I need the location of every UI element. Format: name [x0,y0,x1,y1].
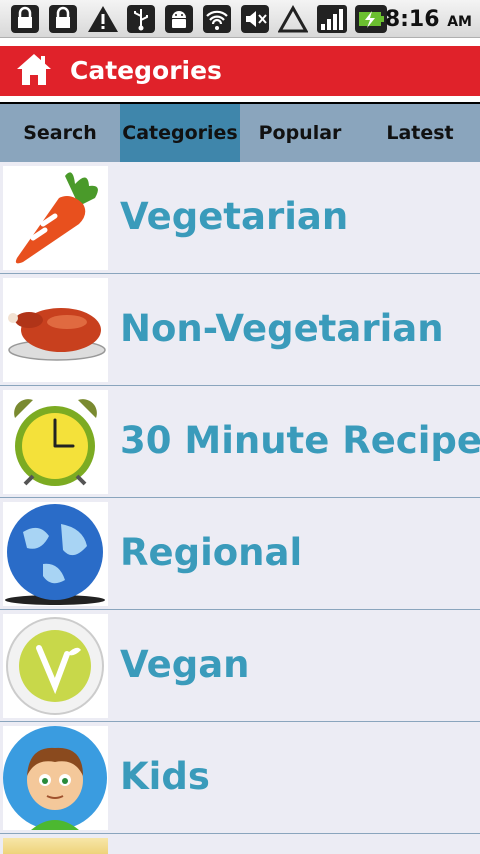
title-bar: Categories [0,38,480,104]
android-icon [165,5,193,33]
category-list: Vegetarian Non-Vegetarian 30 Minute Reci… [0,162,480,854]
tab-bar: Search Categories Popular Latest [0,104,480,162]
signal-icon [317,5,347,33]
kid-face-icon [3,726,108,830]
category-label: Regional [120,531,303,574]
battery-charging-icon [355,5,387,33]
category-label: Kids [120,755,210,798]
warning-icon [88,6,118,32]
home-icon[interactable] [14,50,54,90]
category-label: Vegan [120,643,250,686]
tab-latest[interactable]: Latest [360,104,480,162]
list-item-partial[interactable] [0,834,480,854]
mute-icon [241,5,269,33]
vegan-badge-icon [3,614,108,718]
lock-icon [49,5,77,33]
category-label: 30 Minute Recipes [120,419,480,462]
list-item-30-minute-recipes[interactable]: 30 Minute Recipes [0,386,480,498]
tab-popular[interactable]: Popular [240,104,360,162]
lock-icon [11,5,39,33]
list-item-vegetarian[interactable]: Vegetarian [0,162,480,274]
tab-search[interactable]: Search [0,104,120,162]
list-item-non-vegetarian[interactable]: Non-Vegetarian [0,274,480,386]
list-item-regional[interactable]: Regional [0,498,480,610]
roast-chicken-icon [3,278,108,382]
header: Categories [0,46,480,96]
wifi-icon [203,5,231,33]
globe-icon [3,502,108,606]
alarm-clock-icon [3,390,108,494]
tab-categories[interactable]: Categories [120,104,240,162]
list-item-kids[interactable]: Kids [0,722,480,834]
page-title: Categories [70,56,222,85]
category-label: Non-Vegetarian [120,307,444,350]
usb-icon [127,5,155,33]
carrot-icon [3,166,108,270]
category-thumbnail [3,838,108,854]
alert-triangle-icon [278,4,308,33]
list-item-vegan[interactable]: Vegan [0,610,480,722]
status-time: 8:16 AM [384,7,472,32]
category-label: Vegetarian [120,195,349,238]
status-bar: 8:16 AM [0,0,480,38]
